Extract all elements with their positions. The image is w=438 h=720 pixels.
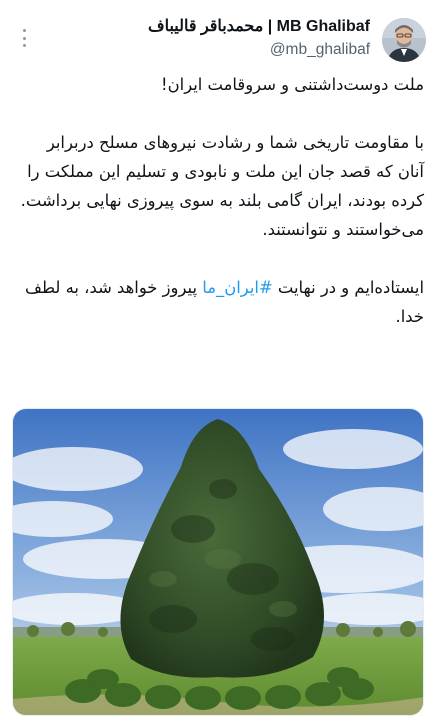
tweet-line-1: ملت دوست‌داشتنی و سروقامت ایران! xyxy=(161,75,424,94)
tweet-header: محمدباقر قالیباف | MB Ghalibaf @mb_ghali… xyxy=(12,14,426,64)
tweet-image-cypress-tree[interactable] xyxy=(12,408,424,716)
more-dot xyxy=(22,36,26,40)
tweet-paragraph-3: ایستاده‌ایم و در نهایت #ایران_ما پیروز خ… xyxy=(18,273,424,331)
tweet-paragraph-2: با مقاومت تاریخی شما و رشادت نیروهای مسل… xyxy=(20,133,424,239)
more-dot xyxy=(22,44,26,47)
author-avatar[interactable] xyxy=(382,18,426,62)
tweet-paragraph-3-start: ایستاده‌ایم و در نهایت xyxy=(272,278,424,297)
author-names: محمدباقر قالیباف | MB Ghalibaf @mb_ghali… xyxy=(148,16,370,59)
author-display-name[interactable]: محمدباقر قالیباف | MB Ghalibaf xyxy=(148,16,370,36)
more-options-icon[interactable] xyxy=(18,26,30,50)
tweet-text: ملت دوست‌داشتنی و سروقامت ایران! با مقاو… xyxy=(18,70,424,331)
more-dot xyxy=(22,29,26,32)
author-handle[interactable]: @mb_ghalibaf xyxy=(148,41,370,59)
hashtag-link[interactable]: #ایران_ما xyxy=(202,278,272,297)
